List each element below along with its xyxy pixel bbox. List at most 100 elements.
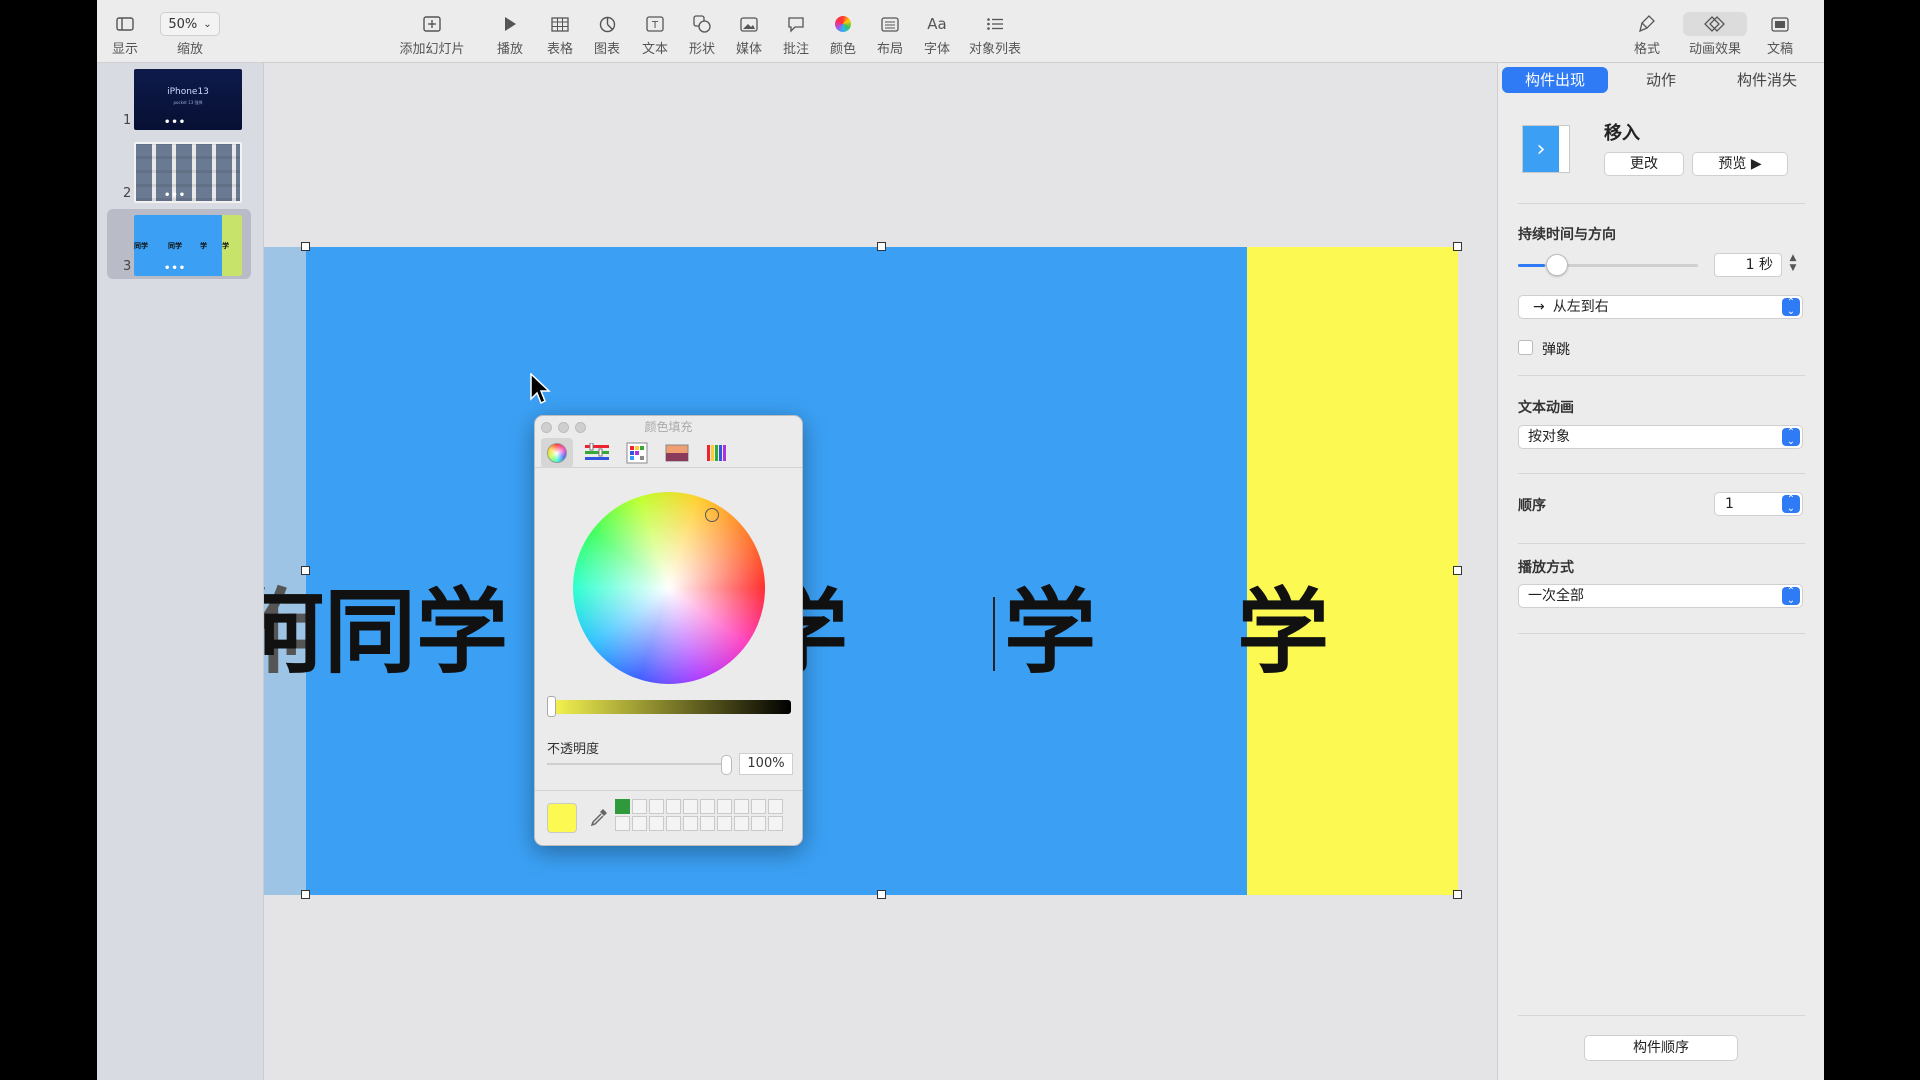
view-button[interactable]: 显示: [107, 12, 143, 60]
tab-action[interactable]: 动作: [1608, 67, 1714, 93]
keynote-window: 显示 50% ⌄ 缩放 添加幻灯片 播放 表格 图表 T 文本 形状 媒体 批注…: [97, 0, 1824, 1080]
format-button[interactable]: 格式: [1632, 12, 1662, 60]
animate-button[interactable]: 动画效果: [1683, 12, 1747, 60]
saved-swatch[interactable]: [649, 799, 664, 814]
saved-swatch[interactable]: [768, 816, 783, 831]
text-cursor: [993, 597, 995, 671]
shape-button[interactable]: 形状: [687, 12, 717, 60]
saved-swatch[interactable]: [615, 816, 630, 831]
selection-handle-top[interactable]: [877, 242, 886, 251]
saved-swatch[interactable]: [632, 816, 647, 831]
opacity-field[interactable]: 100%: [739, 753, 793, 775]
play-button[interactable]: 播放: [495, 12, 525, 60]
selection-handle-top-left[interactable]: [301, 242, 310, 251]
text-button[interactable]: T 文本: [640, 12, 670, 60]
slide-text-1[interactable]: 何同学: [264, 587, 508, 679]
chart-button[interactable]: 图表: [592, 12, 622, 60]
object-list-button[interactable]: 对象列表: [965, 12, 1025, 60]
selection-handle-bottom[interactable]: [877, 890, 886, 899]
slide-subtitle: pocket 13 强悍: [173, 100, 203, 105]
saved-swatch[interactable]: [751, 816, 766, 831]
preview-button[interactable]: 预览 ▶: [1692, 152, 1788, 176]
direction-select[interactable]: → 从左到右 ⌃ ⌄: [1518, 295, 1803, 319]
opacity-label: 不透明度: [547, 742, 600, 757]
brightness-slider-knob[interactable]: [547, 696, 556, 717]
media-button[interactable]: 媒体: [734, 12, 764, 60]
slide-thumbnail-2[interactable]: 2 •••: [107, 136, 251, 206]
order-select[interactable]: 1 ⌃ ⌄: [1714, 492, 1803, 516]
color-wheel-mode-icon[interactable]: [541, 437, 573, 468]
delivery-select[interactable]: 一次全部 ⌃ ⌄: [1518, 584, 1803, 608]
tab-build-in[interactable]: 构件出现: [1502, 67, 1608, 93]
saved-swatch[interactable]: [717, 799, 732, 814]
saved-swatch[interactable]: [615, 799, 630, 814]
color-sliders-mode-icon[interactable]: [581, 438, 613, 468]
color-picker-crosshair-icon[interactable]: [705, 508, 719, 522]
minimize-window-button[interactable]: [558, 422, 569, 433]
color-palettes-mode-icon[interactable]: [621, 438, 653, 468]
slide[interactable]: 何同学 何同学 学 学: [264, 247, 1458, 895]
document-button[interactable]: 文稿: [1765, 12, 1795, 60]
saved-swatch[interactable]: [751, 799, 766, 814]
pencils-mode-icon[interactable]: [701, 438, 733, 468]
bounce-checkbox[interactable]: [1518, 340, 1533, 355]
layout-button[interactable]: 布局: [875, 12, 905, 60]
zoom-window-button[interactable]: [575, 422, 586, 433]
saved-swatch[interactable]: [649, 816, 664, 831]
media-label: 媒体: [735, 42, 762, 57]
toolbar: 显示 50% ⌄ 缩放 添加幻灯片 播放 表格 图表 T 文本 形状 媒体 批注…: [97, 0, 1824, 63]
inspector-tabs: 构件出现 动作 构件消失: [1502, 67, 1820, 93]
color-button[interactable]: 颜色: [828, 12, 858, 60]
chevron-down-icon: ⌄: [203, 18, 212, 30]
effect-preview-thumbnail[interactable]: ›: [1522, 125, 1570, 173]
saved-swatch[interactable]: [683, 799, 698, 814]
change-button[interactable]: 更改: [1604, 152, 1684, 176]
selection-handle-bottom-left[interactable]: [301, 890, 310, 899]
table-label: 表格: [546, 42, 573, 57]
opacity-slider-knob[interactable]: [721, 755, 732, 775]
saved-swatch[interactable]: [632, 799, 647, 814]
eyedropper-icon[interactable]: [589, 807, 609, 831]
brightness-slider[interactable]: [547, 700, 791, 714]
text-animation-select[interactable]: 按对象 ⌃ ⌄: [1518, 425, 1803, 449]
yellow-rectangle[interactable]: 学: [1237, 247, 1458, 895]
font-button[interactable]: Aa 字体: [922, 12, 952, 60]
duration-slider-knob[interactable]: [1546, 254, 1568, 276]
color-wheel-icon: [835, 12, 851, 36]
slide-text-4[interactable]: 学: [1237, 587, 1329, 679]
saved-swatch[interactable]: [700, 816, 715, 831]
image-palette-mode-icon[interactable]: [661, 438, 693, 468]
saved-swatch[interactable]: [734, 816, 749, 831]
opacity-slider[interactable]: [547, 763, 727, 765]
saved-swatch[interactable]: [700, 799, 715, 814]
mouse-pointer-icon: [530, 372, 552, 409]
comment-button[interactable]: 批注: [781, 12, 811, 60]
build-order-button[interactable]: 构件顺序: [1584, 1035, 1738, 1061]
photo-collage: [136, 144, 240, 201]
slide-thumbnail-1[interactable]: 1 iPhone13 pocket 13 强悍 •••: [107, 63, 251, 133]
color-wheel[interactable]: [573, 492, 765, 684]
tab-build-out[interactable]: 构件消失: [1714, 67, 1820, 93]
text-animation-value: 按对象: [1528, 429, 1570, 445]
zoom-control[interactable]: 50% ⌄ 缩放: [159, 12, 221, 60]
saved-swatch[interactable]: [683, 816, 698, 831]
duration-field[interactable]: 1 秒: [1714, 253, 1782, 277]
table-button[interactable]: 表格: [545, 12, 575, 60]
slide-text-3[interactable]: 学: [1004, 587, 1096, 679]
saved-swatch[interactable]: [768, 799, 783, 814]
add-slide-button[interactable]: 添加幻灯片: [397, 12, 467, 60]
saved-swatch[interactable]: [666, 799, 681, 814]
effect-name: 移入: [1604, 123, 1640, 144]
saved-swatch[interactable]: [666, 816, 681, 831]
selection-handle-bottom-right[interactable]: [1453, 890, 1462, 899]
saved-swatch[interactable]: [734, 799, 749, 814]
slide-thumbnail-3[interactable]: 3 同学 同学 学 学 •••: [107, 209, 251, 279]
duration-slider[interactable]: [1518, 264, 1698, 267]
selection-handle-left[interactable]: [301, 566, 310, 575]
current-color-swatch[interactable]: [547, 803, 577, 833]
close-window-button[interactable]: [541, 422, 552, 433]
duration-stepper[interactable]: ▲ ▼: [1787, 253, 1799, 277]
selection-handle-top-right[interactable]: [1453, 242, 1462, 251]
selection-handle-right[interactable]: [1453, 566, 1462, 575]
saved-swatch[interactable]: [717, 816, 732, 831]
